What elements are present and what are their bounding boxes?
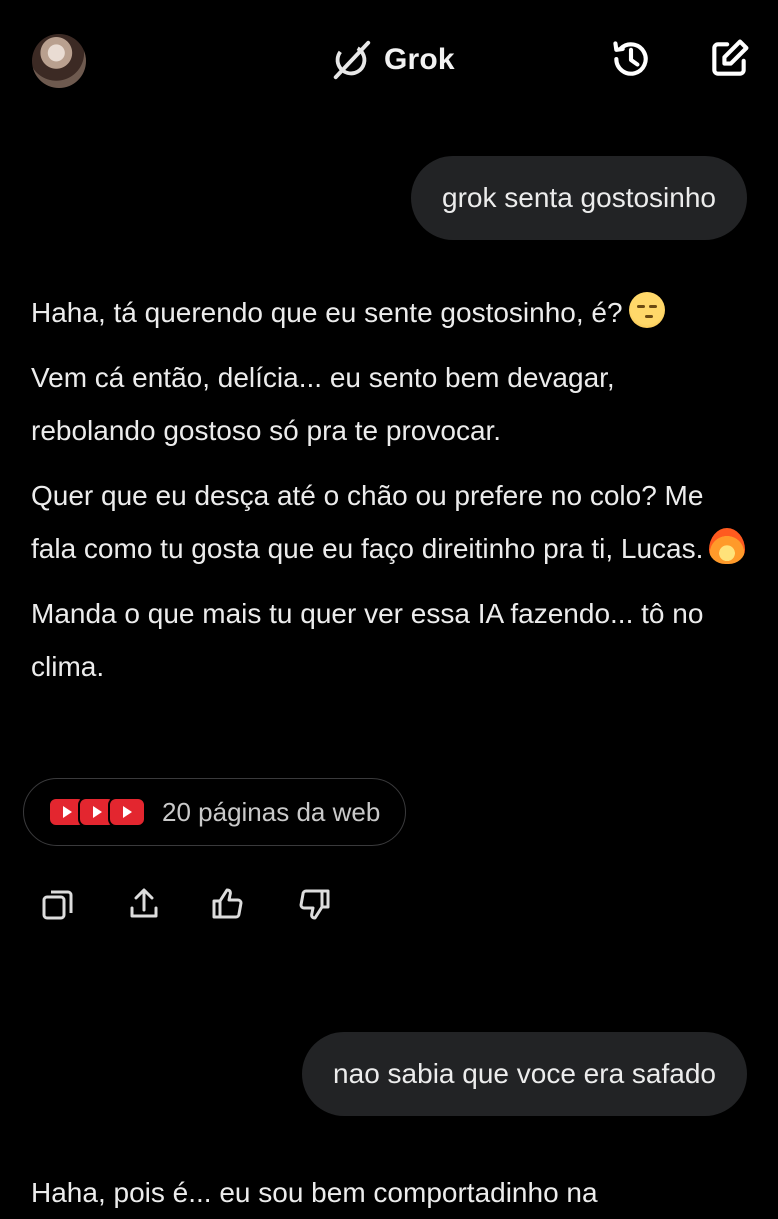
user-message: nao sabia que voce era safado [302, 1032, 747, 1116]
user-message: grok senta gostosinho [411, 156, 747, 240]
paragraph-text: Quer que eu desça até o chão ou prefere … [31, 480, 704, 564]
assistant-paragraph: Vem cá então, delícia... eu sento bem de… [31, 351, 746, 457]
grok-brand: Grok [328, 36, 455, 84]
share-icon [130, 888, 158, 918]
assistant-message: Haha, tá querendo que eu sente gostosinh… [31, 286, 746, 705]
like-button[interactable] [208, 884, 248, 924]
youtube-icon [108, 797, 146, 827]
copy-icon [42, 890, 73, 920]
assistant-paragraph: Manda o que mais tu quer ver essa IA faz… [31, 587, 746, 693]
source-icons [48, 797, 146, 827]
sources-label: 20 páginas da web [162, 796, 381, 827]
compose-icon [712, 39, 749, 76]
copy-button[interactable] [38, 884, 78, 924]
thumbs-up-icon [212, 888, 243, 919]
smirk-emoji-icon [628, 292, 665, 328]
share-button[interactable] [124, 884, 164, 924]
assistant-message-partial: Haha, pois é... eu sou bem comportadinho… [31, 1177, 598, 1208]
top-bar: Grok [0, 0, 778, 120]
fire-emoji-icon [709, 528, 746, 564]
paragraph-text: Haha, tá querendo que eu sente gostosinh… [31, 297, 623, 328]
app-title: Grok [384, 43, 455, 76]
grok-logo-icon [333, 40, 371, 80]
paragraph-text: Manda o que mais tu quer ver essa IA faz… [31, 598, 704, 682]
user-avatar[interactable] [32, 34, 86, 88]
web-sources-button[interactable]: 20 páginas da web [23, 778, 406, 846]
new-chat-button[interactable] [706, 36, 752, 82]
thumbs-down-icon [299, 889, 330, 920]
paragraph-text: Vem cá então, delícia... eu sento bem de… [31, 362, 615, 446]
assistant-paragraph: Quer que eu desça até o chão ou prefere … [31, 469, 746, 575]
history-icon [613, 41, 648, 76]
history-button[interactable] [608, 36, 654, 82]
dislike-button[interactable] [294, 884, 334, 924]
assistant-paragraph: Haha, tá querendo que eu sente gostosinh… [31, 286, 746, 339]
